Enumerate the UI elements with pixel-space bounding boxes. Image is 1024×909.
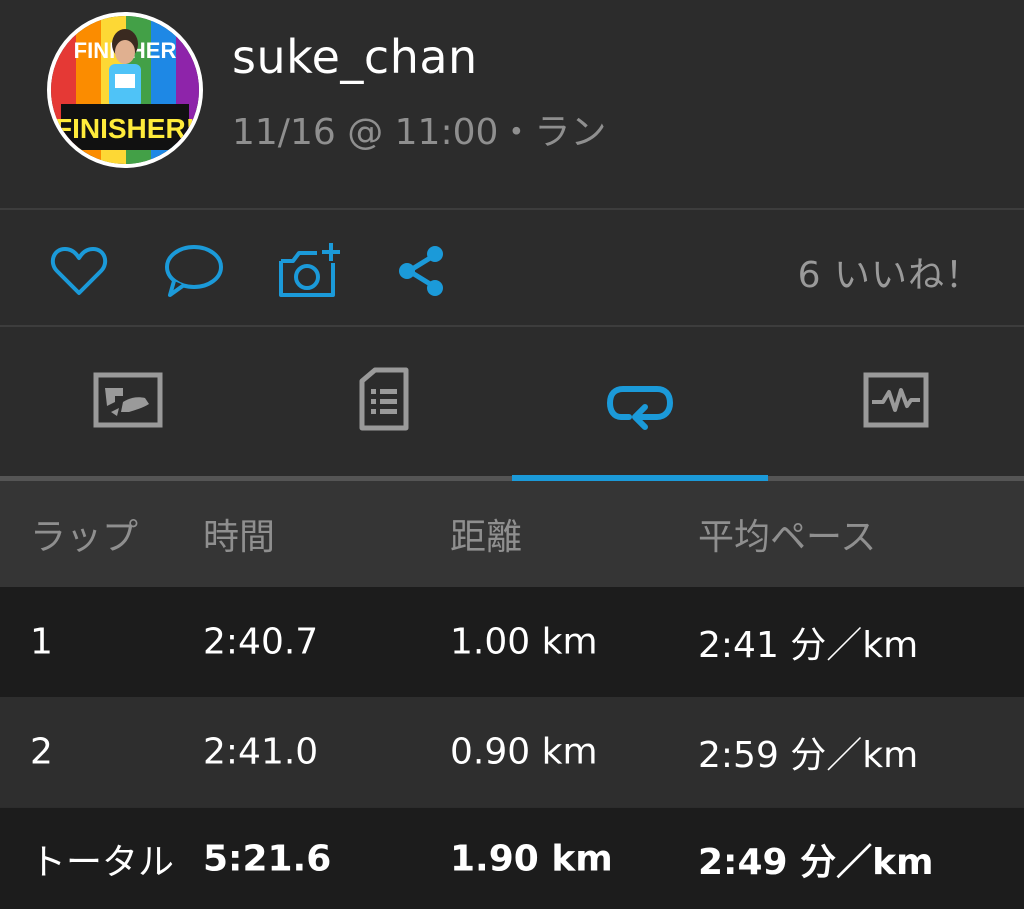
- tab-map[interactable]: [0, 327, 256, 477]
- activity-meta: 11/16 @ 11:00・ラン: [232, 112, 607, 153]
- lap-number: 1: [30, 621, 53, 663]
- camera-add-icon: [279, 243, 340, 297]
- like-button[interactable]: [49, 241, 109, 301]
- share-button[interactable]: [395, 241, 455, 301]
- add-photo-button[interactable]: [277, 241, 340, 301]
- share-icon: [399, 246, 443, 296]
- divider: [0, 208, 1024, 210]
- activity-header: FINISHER FINISHER! suke_chan 11/16 @ 11:…: [0, 0, 1024, 209]
- header-pace: 平均ペース: [698, 517, 877, 558]
- svg-text:FINISHER!: FINISHER!: [55, 113, 195, 144]
- tab-laps[interactable]: [512, 327, 768, 477]
- total-distance: 1.90 km: [450, 838, 613, 879]
- username[interactable]: suke_chan: [232, 30, 478, 84]
- header-time: 時間: [203, 517, 276, 558]
- lap-pace: 2:41 分／km: [698, 625, 919, 666]
- tab-charts[interactable]: [768, 327, 1024, 477]
- action-bar: 6 いいね！: [0, 211, 1024, 325]
- tab-details[interactable]: [256, 327, 512, 477]
- likes-count[interactable]: 6 いいね！: [798, 246, 982, 298]
- lap-number: 2: [30, 731, 53, 773]
- laps-icon: [607, 386, 673, 430]
- details-icon: [359, 367, 409, 431]
- chart-icon: [863, 372, 929, 428]
- lap-distance: 1.00 km: [450, 621, 598, 663]
- header-distance: 距離: [450, 517, 523, 558]
- heart-icon: [50, 247, 108, 295]
- header-lap: ラップ: [30, 517, 139, 558]
- map-icon: [93, 372, 163, 428]
- table-row[interactable]: 2 2:41.0 0.90 km 2:59 分／km: [0, 697, 1024, 807]
- avatar-photo: FINISHER FINISHER!: [51, 16, 199, 164]
- table-row[interactable]: 1 2:40.7 1.00 km 2:41 分／km: [0, 587, 1024, 697]
- comment-button[interactable]: [162, 241, 223, 301]
- lap-time: 2:41.0: [203, 731, 319, 773]
- avatar[interactable]: FINISHER FINISHER!: [47, 12, 203, 168]
- laps-table-header: ラップ 時間 距離 平均ペース: [0, 481, 1024, 587]
- total-row: トータル 5:21.6 1.90 km 2:49 分／km: [0, 808, 1024, 909]
- total-time: 5:21.6: [203, 838, 332, 879]
- activity-screen: FINISHER FINISHER! suke_chan 11/16 @ 11:…: [0, 0, 1024, 909]
- activity-tabs: [0, 327, 1024, 482]
- lap-pace: 2:59 分／km: [698, 735, 919, 776]
- comment-icon: [165, 245, 223, 297]
- total-label: トータル: [30, 841, 175, 883]
- lap-distance: 0.90 km: [450, 731, 598, 773]
- total-pace: 2:49 分／km: [698, 841, 934, 883]
- lap-time: 2:40.7: [203, 621, 319, 663]
